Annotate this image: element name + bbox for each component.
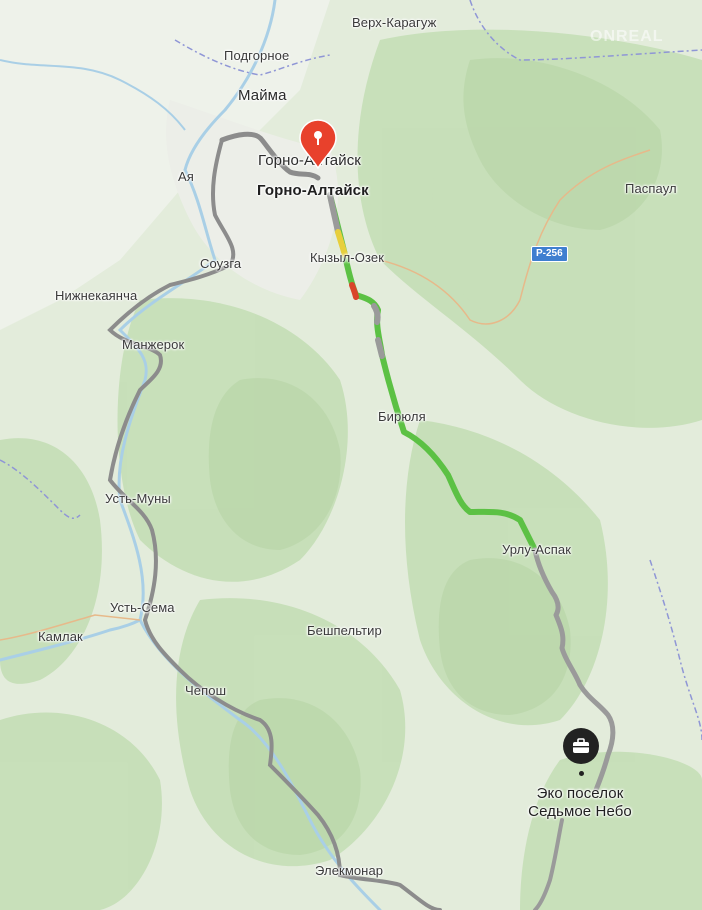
place-label-ust-sema: Усть-Сема: [110, 600, 175, 615]
place-label-manzherok: Манжерок: [122, 337, 185, 352]
origin-pin[interactable]: [297, 118, 339, 175]
route-gray-stretch-2: [371, 303, 381, 325]
map-pin-icon: [299, 119, 337, 170]
destination-label: Эко поселок Седьмое Небо: [515, 785, 645, 821]
place-label-cheposh: Чепош: [185, 683, 227, 698]
destination-marker[interactable]: [563, 728, 599, 764]
place-label-ust-muny: Усть-Муны: [105, 491, 171, 506]
destination-label-line1: Эко поселок: [536, 785, 624, 802]
place-label-elekmonar: Элекмонар: [315, 863, 384, 878]
watermark: ONREAL: [590, 28, 664, 45]
place-label-podgornoe: Подгорное: [224, 48, 290, 63]
place-label-paspaul: Паспаул: [625, 181, 677, 196]
map-canvas[interactable]: [0, 0, 702, 910]
road-badge-r256: Р-256: [531, 246, 568, 262]
briefcase-icon: [573, 738, 589, 753]
place-label-aya: Ая: [178, 169, 194, 184]
destination-dot: [579, 771, 584, 776]
place-label-beshpeltir: Бешпельтир: [307, 623, 382, 638]
route-red-stretch: [349, 282, 359, 300]
place-label-souzga: Соузга: [200, 256, 242, 271]
place-label-kyzyl-ozek: Кызыл-Озек: [310, 250, 384, 265]
origin-label: Горно-Алтайск: [257, 182, 369, 199]
place-label-biryulya: Бирюля: [378, 409, 426, 424]
place-label-urlu-aspak: Урлу-Аспак: [502, 542, 572, 557]
map-view[interactable]: Верх-Карагуж Подгорное Майма Горно-Алтай…: [0, 0, 702, 910]
place-label-nizhnekayancha: Нижнекаянча: [55, 288, 138, 303]
route-gray-stretch-3: [375, 337, 385, 359]
place-label-verkh-karaguzh: Верх-Карагуж: [352, 15, 437, 30]
place-label-mayma: Майма: [238, 87, 287, 104]
place-label-kamlak: Камлак: [38, 629, 83, 644]
destination-label-line2: Седьмое Небо: [528, 803, 632, 820]
